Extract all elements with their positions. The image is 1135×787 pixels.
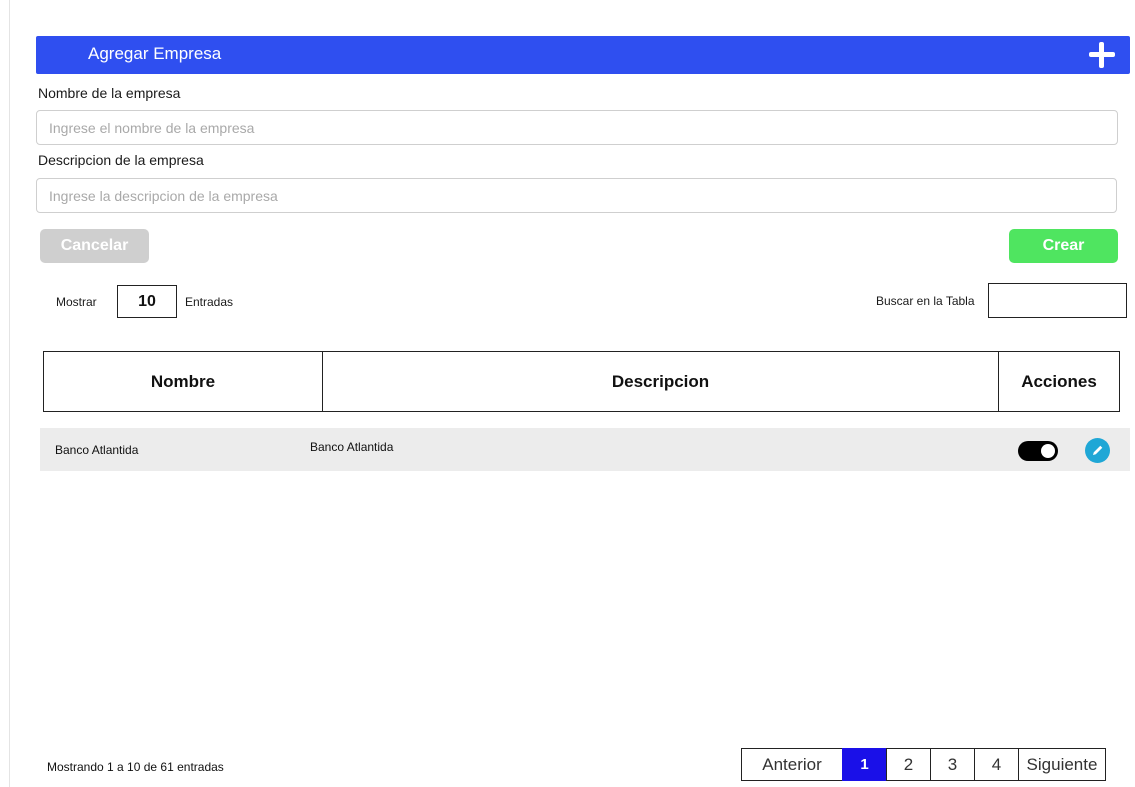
plus-icon[interactable] — [1088, 41, 1116, 69]
pagination-next[interactable]: Siguiente — [1018, 748, 1106, 781]
company-name-label: Nombre de la empresa — [38, 85, 181, 101]
add-company-header: Agregar Empresa — [36, 36, 1130, 74]
page: Agregar Empresa Nombre de la empresa Des… — [0, 0, 1135, 787]
company-description-label: Descripcion de la empresa — [38, 152, 204, 168]
pagination-page-4[interactable]: 4 — [974, 748, 1019, 781]
company-name-input[interactable] — [36, 110, 1118, 145]
toggle-knob — [1041, 444, 1055, 458]
create-button[interactable]: Crear — [1009, 229, 1118, 263]
header-title: Agregar Empresa — [88, 44, 222, 63]
pencil-icon — [1093, 445, 1103, 455]
cancel-button[interactable]: Cancelar — [40, 229, 149, 263]
pagination-previous[interactable]: Anterior — [741, 748, 843, 781]
table-header: Nombre Descripcion Acciones — [43, 351, 1120, 412]
show-label: Mostrar — [56, 295, 97, 309]
row-descripcion: Banco Atlantida — [310, 440, 394, 454]
column-header-acciones: Acciones — [1021, 371, 1097, 391]
pagination-page-1[interactable]: 1 — [842, 748, 887, 781]
column-header-nombre: Nombre — [44, 352, 323, 411]
column-header-descripcion: Descripcion — [323, 352, 999, 411]
status-toggle[interactable] — [1018, 441, 1058, 461]
pagination: Anterior 1 2 3 4 Siguiente — [741, 748, 1106, 781]
table-search-input[interactable] — [988, 283, 1127, 318]
entries-select[interactable]: 10 — [117, 285, 177, 318]
row-nombre: Banco Atlantida — [55, 443, 139, 457]
company-description-input[interactable] — [36, 178, 1117, 213]
left-divider — [9, 0, 10, 787]
edit-pencil-icon[interactable] — [1085, 438, 1110, 463]
pagination-page-2[interactable]: 2 — [886, 748, 931, 781]
table-row: Banco Atlantida Banco Atlantida — [40, 428, 1130, 471]
search-label: Buscar en la Tabla — [876, 294, 975, 308]
entries-label: Entradas — [185, 295, 234, 309]
pagination-info: Mostrando 1 a 10 de 61 entradas — [47, 760, 224, 774]
pagination-page-3[interactable]: 3 — [930, 748, 975, 781]
